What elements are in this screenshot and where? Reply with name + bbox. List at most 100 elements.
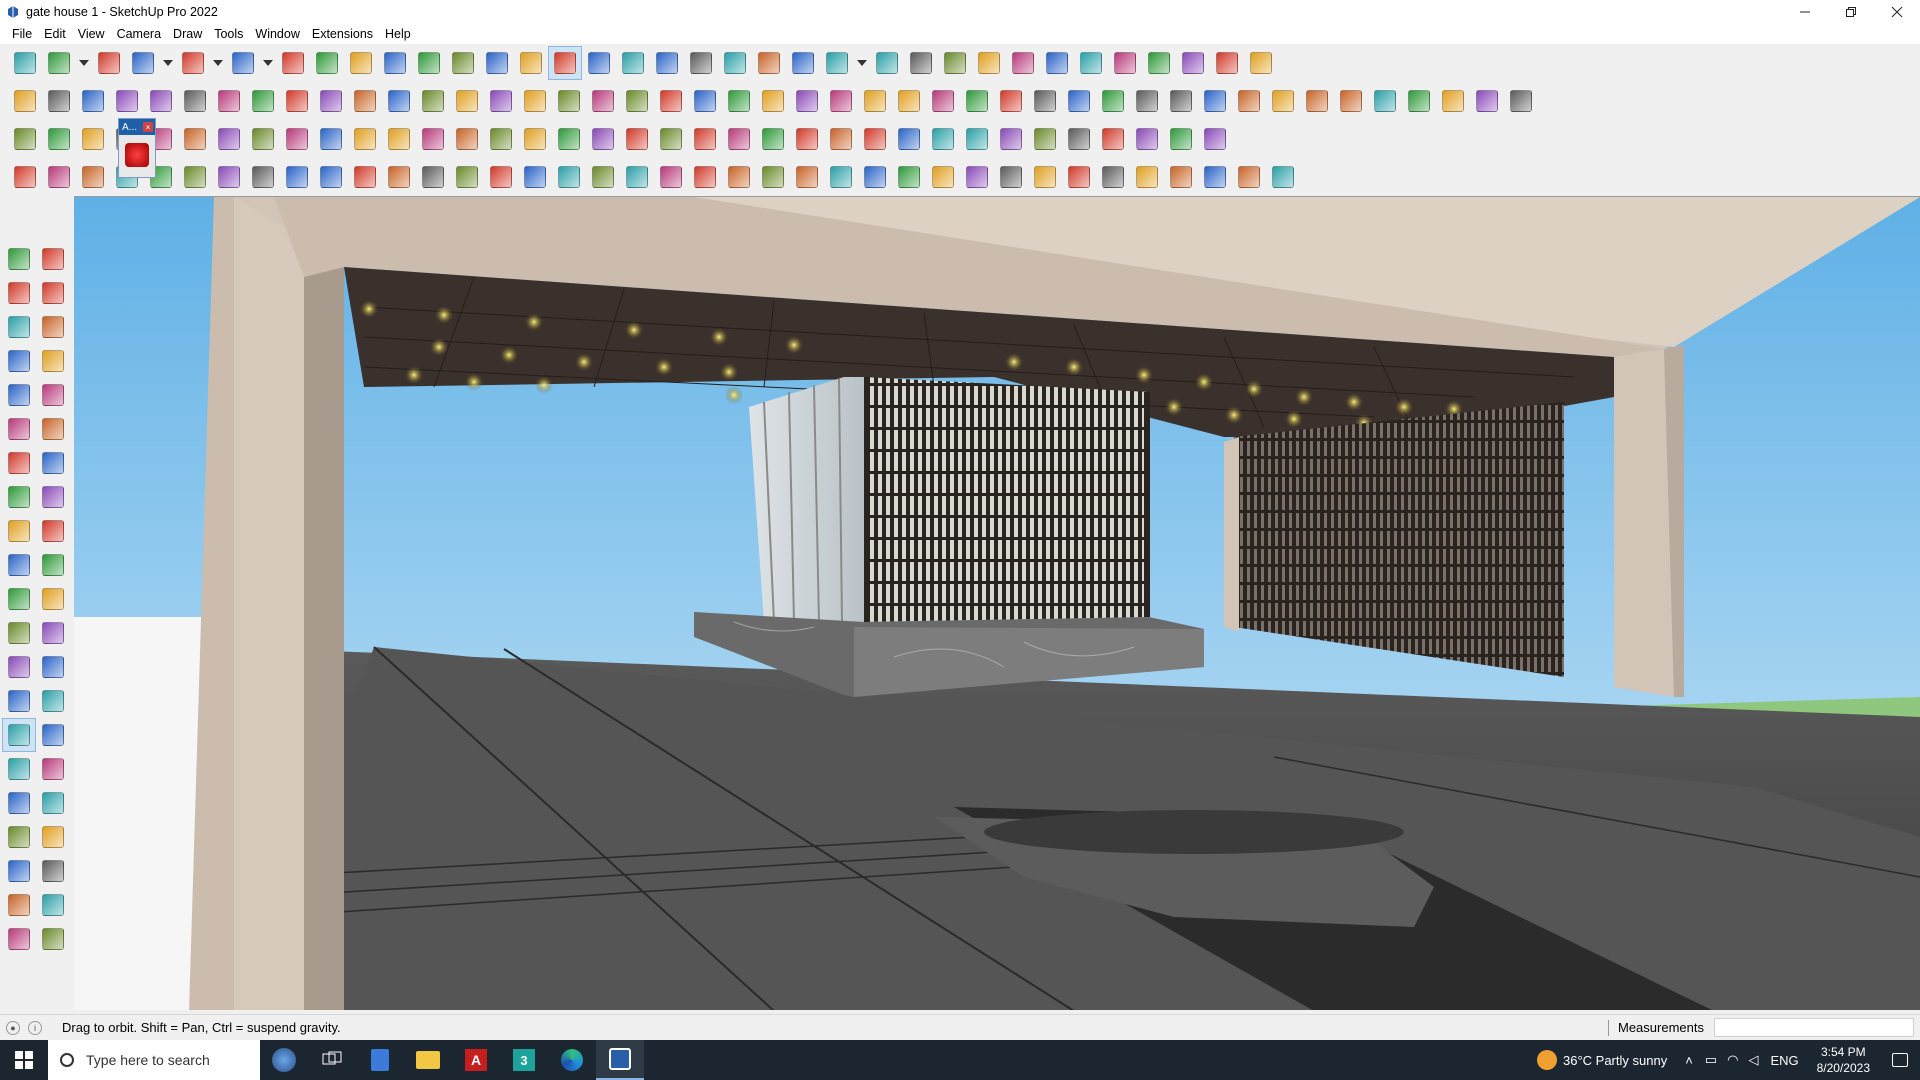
measure-red-button[interactable] [1232,84,1266,118]
wire-box-button[interactable] [42,84,76,118]
subtract-button[interactable] [1108,46,1142,80]
flow-button[interactable] [858,122,892,156]
floating-close-icon[interactable]: × [143,122,153,132]
corner-button[interactable] [314,160,348,194]
cube-frame-button[interactable] [450,160,484,194]
rotate-button[interactable] [378,46,412,80]
grid-button[interactable] [1334,84,1368,118]
info-icon[interactable]: i [28,1020,42,1035]
ruby-icon[interactable] [125,143,149,167]
stack-2-button[interactable] [926,160,960,194]
taskbar-sketchup-icon[interactable] [596,1040,644,1080]
box-3d-button[interactable] [1368,84,1402,118]
soap-skin-button[interactable] [518,84,552,118]
weather-text[interactable]: 36°C Partly sunny [1563,1053,1667,1068]
sandbox-button[interactable] [938,46,972,80]
cone-button[interactable] [518,122,552,156]
hexagon-button[interactable] [960,84,994,118]
rotate-button[interactable] [2,548,36,582]
taskbar-sketchup-ruby-icon[interactable] [260,1040,308,1080]
taskbar-edge-icon[interactable] [548,1040,596,1080]
eraser-button[interactable] [92,46,126,80]
ellipse-button[interactable] [994,84,1028,118]
stair-3-button[interactable] [246,160,280,194]
curve-button[interactable] [382,84,416,118]
look-around-button[interactable] [36,820,70,854]
orbit-button[interactable] [548,46,582,80]
cross-green-button[interactable] [450,122,484,156]
cross-red-button[interactable] [416,122,450,156]
panel-button[interactable] [280,122,314,156]
arc-3-button[interactable] [1096,84,1130,118]
paint-button[interactable] [2,276,36,310]
grid-orange-2-button[interactable] [1096,122,1130,156]
taskbar-calculator-icon[interactable] [356,1040,404,1080]
redo-button[interactable] [1210,46,1244,80]
arrow-cluster-button[interactable] [654,160,688,194]
text-button[interactable] [480,46,514,80]
polygon-button[interactable] [36,412,70,446]
wifi-icon[interactable]: ◠ [1727,1052,1738,1068]
bezier-button[interactable] [1130,84,1164,118]
cut-button[interactable] [824,84,858,118]
zoom-extents-button[interactable] [650,46,684,80]
stack-4-button[interactable] [994,160,1028,194]
position-camera-button[interactable] [2,820,36,854]
cone-2-button[interactable] [552,122,586,156]
arc-2-button[interactable] [1062,84,1096,118]
solid-button[interactable] [972,46,1006,80]
close-button[interactable] [1874,0,1920,24]
curve-path-button[interactable] [280,160,314,194]
extrude-v-button[interactable] [246,84,280,118]
rectangle-button[interactable] [226,46,260,80]
intersect-button[interactable] [1040,46,1074,80]
axes-button[interactable] [2,684,36,718]
loop-button[interactable] [178,122,212,156]
extrude-r-button[interactable] [212,84,246,118]
curve-dots-button[interactable] [1164,122,1198,156]
pencil-red-button[interactable] [858,84,892,118]
eraser-pink-button[interactable] [1266,84,1300,118]
spring-button[interactable] [552,160,586,194]
section-display-button[interactable] [752,46,786,80]
dotted-curve-button[interactable] [42,160,76,194]
profile-button[interactable] [820,46,854,80]
lines-button[interactable] [756,160,790,194]
taskbar-autocad-icon[interactable]: A [452,1040,500,1080]
pencil-button[interactable] [126,46,160,80]
section-fill-button[interactable] [718,46,752,80]
shape-button[interactable] [1266,160,1300,194]
taskbar-search-box[interactable]: Type here to search [48,1040,260,1080]
task-view-button[interactable] [308,1040,356,1080]
warning-button[interactable] [586,122,620,156]
pan-button[interactable] [582,46,616,80]
bend-red-button[interactable] [416,160,450,194]
extrude-f-button[interactable] [348,84,382,118]
line-grey-button[interactable] [722,160,756,194]
shaded-box-button[interactable] [76,84,110,118]
measurements-input[interactable] [1714,1018,1914,1037]
push-pull-button[interactable] [276,46,310,80]
zoom-extents-button[interactable] [2,786,36,820]
arrows-button[interactable] [722,122,756,156]
tape-measure-button[interactable] [2,616,36,650]
display-icon[interactable]: ▭ [1705,1052,1717,1068]
dots-button[interactable] [1130,122,1164,156]
select-button[interactable] [2,242,36,276]
follow-me-button[interactable] [36,548,70,582]
scale-button[interactable] [412,46,446,80]
line-red-button[interactable] [382,160,416,194]
move-button[interactable] [344,46,378,80]
star-dark-2-button[interactable] [1164,160,1198,194]
terrain-button[interactable] [552,84,586,118]
box-3d-3-button[interactable] [1436,84,1470,118]
tree-button[interactable] [824,122,858,156]
scale-button[interactable] [2,582,36,616]
star-dark-button[interactable] [1130,160,1164,194]
house-6-button[interactable] [756,84,790,118]
line-violet-button[interactable] [484,84,518,118]
orbit-button[interactable] [36,242,70,276]
menu-draw[interactable]: Draw [167,27,208,41]
flow-2-button[interactable] [892,122,926,156]
stripes-2-button[interactable] [1096,160,1130,194]
